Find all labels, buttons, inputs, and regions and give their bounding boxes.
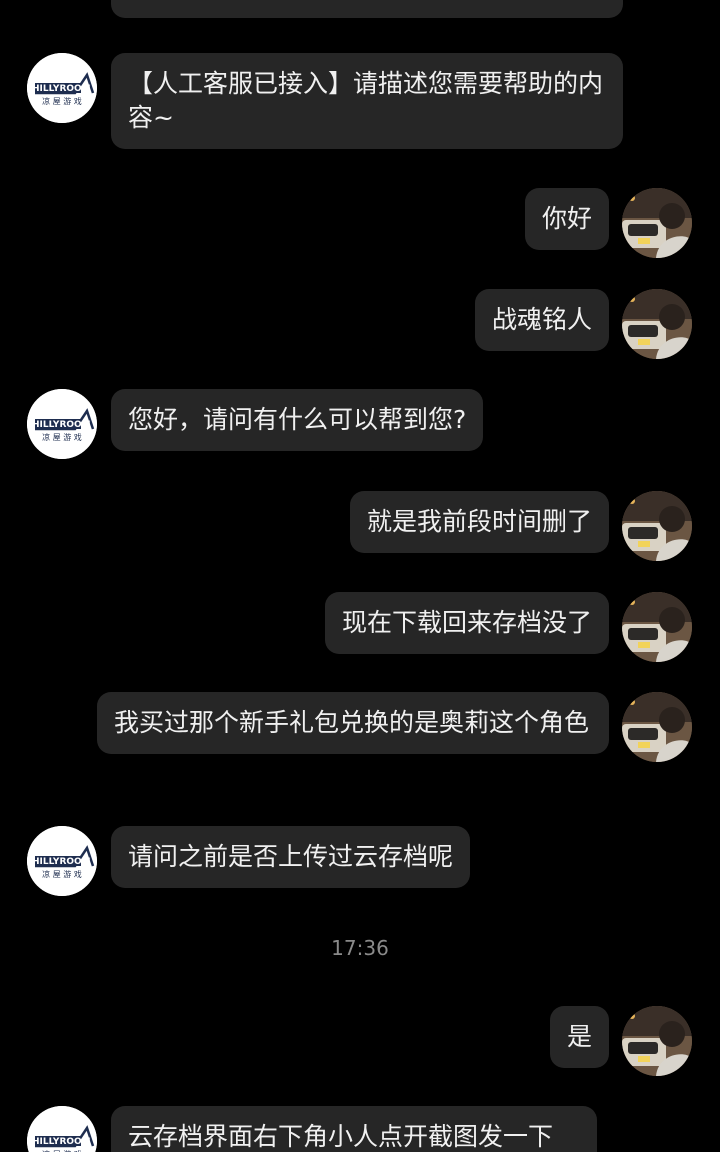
user-avatar[interactable] [622,1006,692,1076]
user-message-bubble[interactable]: 就是我前段时间删了 [349,491,609,553]
user-photo-icon [622,289,692,359]
chat-window[interactable]: 【人工客服已接入】请描述您需要帮助的内容~ 你好 战魂铭人 您好，请问有什么可以… [0,0,720,1152]
chillyroom-logo-icon [27,53,97,123]
user-avatar[interactable] [622,592,692,662]
chillyroom-logo-icon [27,1106,97,1152]
user-avatar[interactable] [622,692,692,762]
service-message-bubble[interactable]: 您好，请问有什么可以帮到您? [111,389,484,451]
message-bubble-partial [111,0,623,18]
service-message-bubble[interactable]: 【人工客服已接入】请描述您需要帮助的内容~ [111,53,623,149]
chillyroom-logo-icon [27,826,97,896]
service-message-bubble[interactable]: 云存档界面右下角小人点开截图发一下 [111,1106,597,1152]
user-photo-icon [622,692,692,762]
user-photo-icon [622,188,692,258]
timestamp: 17:36 [331,936,389,960]
user-photo-icon [622,592,692,662]
service-avatar[interactable] [27,53,97,123]
user-message-bubble[interactable]: 你好 [524,188,609,250]
service-avatar[interactable] [27,826,97,896]
user-message-bubble[interactable]: 我买过那个新手礼包兑换的是奥莉这个角色 [97,692,609,754]
user-avatar[interactable] [622,289,692,359]
service-avatar[interactable] [27,389,97,459]
chillyroom-logo-icon [27,389,97,459]
user-photo-icon [622,1006,692,1076]
user-photo-icon [622,491,692,561]
user-message-bubble[interactable]: 现在下载回来存档没了 [324,592,609,654]
user-avatar[interactable] [622,491,692,561]
user-avatar[interactable] [622,188,692,258]
service-avatar[interactable] [27,1106,97,1152]
service-message-bubble[interactable]: 请问之前是否上传过云存档呢 [111,826,471,888]
user-message-bubble[interactable]: 战魂铭人 [474,289,609,351]
user-message-bubble[interactable]: 是 [549,1006,609,1068]
